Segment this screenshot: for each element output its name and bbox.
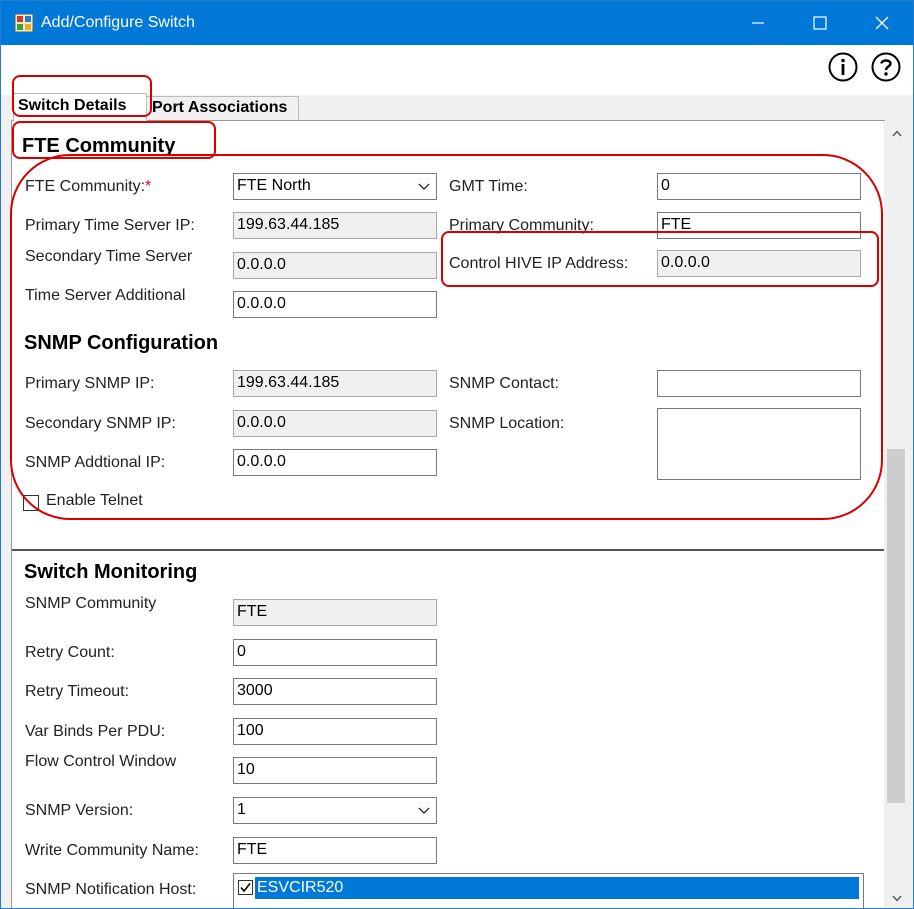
write-community-label: Write Community Name: — [25, 842, 199, 859]
write-community-input[interactable]: FTE — [233, 837, 437, 864]
snmp-community-label: SNMP Community — [25, 595, 157, 612]
tab-port-associations[interactable]: Port Associations — [145, 96, 299, 121]
minimize-icon — [752, 22, 764, 24]
notification-host-name: ESVCIR520 — [257, 879, 344, 896]
required-mark: * — [145, 178, 152, 195]
list-item[interactable]: ESVCIR520 — [255, 877, 859, 899]
tab-port-associations-label: Port Associations — [152, 99, 288, 116]
retry-timeout-label: Retry Timeout: — [25, 683, 130, 700]
control-hive-input[interactable]: 0.0.0.0 — [657, 250, 861, 277]
snmp-contact-input[interactable] — [657, 370, 861, 397]
snmp-location-textarea[interactable] — [657, 408, 861, 480]
snmp-additional-ip-input[interactable]: 0.0.0.0 — [233, 449, 437, 476]
app-icon — [15, 14, 33, 32]
info-icon[interactable] — [828, 52, 858, 82]
snmp-configuration-heading: SNMP Configuration — [24, 332, 219, 354]
snmp-version-dropdown[interactable]: 1 — [233, 797, 437, 824]
gmt-time-label: GMT Time: — [449, 178, 528, 195]
gmt-time-input[interactable]: 0 — [657, 173, 861, 200]
time-server-additional-label: Time Server Additional — [25, 287, 186, 304]
title-bar[interactable]: Add/Configure Switch — [1, 1, 913, 45]
notification-host-list[interactable]: ESVCIR520 — [233, 873, 864, 908]
retry-count-input[interactable]: 0 — [233, 639, 437, 666]
primary-time-server-label: Primary Time Server IP: — [25, 217, 195, 234]
flow-control-input[interactable]: 10 — [233, 757, 437, 784]
close-button[interactable] — [851, 1, 913, 45]
snmp-version-label: SNMP Version: — [25, 802, 134, 819]
var-binds-input[interactable]: 100 — [233, 718, 437, 745]
enable-telnet-label: Enable Telnet — [46, 492, 143, 509]
notification-host-checkbox[interactable] — [238, 880, 253, 895]
snmp-location-label: SNMP Location: — [449, 415, 565, 432]
chevron-up-icon — [891, 129, 902, 136]
flow-control-label: Flow Control Window — [25, 753, 177, 770]
secondary-snmp-ip-label: Secondary SNMP IP: — [25, 415, 176, 432]
secondary-time-server-input[interactable]: 0.0.0.0 — [233, 252, 437, 279]
primary-community-label: Primary Community: — [449, 217, 594, 234]
primary-time-server-input[interactable]: 199.63.44.185 — [233, 212, 437, 239]
time-server-additional-input[interactable]: 0.0.0.0 — [233, 291, 437, 318]
snmp-contact-label: SNMP Contact: — [449, 375, 559, 392]
retry-timeout-input[interactable]: 3000 — [233, 678, 437, 705]
add-configure-switch-window: Add/Configure Switch Switch Details Port… — [0, 0, 914, 909]
chevron-down-icon — [891, 895, 902, 902]
chevron-down-icon — [418, 807, 430, 814]
fte-community-dropdown[interactable]: FTE North — [233, 173, 437, 200]
section-divider — [12, 549, 884, 551]
secondary-time-server-label: Secondary Time Server — [25, 248, 193, 265]
var-binds-label: Var Binds Per PDU: — [25, 723, 166, 740]
retry-count-label: Retry Count: — [25, 644, 115, 661]
snmp-version-value: 1 — [237, 801, 246, 818]
vertical-scrollbar[interactable] — [884, 121, 909, 908]
maximize-icon — [813, 16, 827, 30]
snmp-community-input[interactable]: FTE — [233, 599, 437, 626]
primary-snmp-ip-input[interactable]: 199.63.44.185 — [233, 370, 437, 397]
snmp-additional-ip-label: SNMP Addtional IP: — [25, 454, 166, 471]
notification-host-label: SNMP Notification Host: — [25, 881, 197, 898]
checkmark-icon — [240, 883, 251, 893]
minimize-button[interactable] — [727, 1, 789, 45]
secondary-snmp-ip-input[interactable]: 0.0.0.0 — [233, 410, 437, 437]
fte-community-value: FTE North — [237, 177, 311, 194]
scroll-down-button[interactable] — [884, 888, 909, 908]
control-hive-label: Control HIVE IP Address: — [449, 255, 629, 272]
close-icon — [875, 16, 889, 30]
maximize-button[interactable] — [789, 1, 851, 45]
fte-community-heading: FTE Community — [22, 135, 176, 157]
scroll-thumb[interactable] — [887, 449, 905, 803]
help-icon[interactable] — [871, 52, 901, 82]
tab-switch-details[interactable]: Switch Details — [13, 93, 147, 122]
primary-community-input[interactable]: FTE — [657, 212, 861, 239]
fte-community-label: FTE Community:* — [25, 178, 152, 195]
scroll-up-button[interactable] — [884, 123, 909, 143]
toolbar — [1, 45, 913, 95]
enable-telnet-checkbox[interactable] — [23, 495, 39, 511]
switch-monitoring-heading: Switch Monitoring — [24, 561, 198, 583]
chevron-down-icon — [418, 183, 430, 190]
tab-switch-details-label: Switch Details — [18, 97, 127, 114]
window-title: Add/Configure Switch — [41, 14, 195, 31]
primary-snmp-ip-label: Primary SNMP IP: — [25, 375, 155, 392]
switch-details-panel: FTE Community FTE Community:* FTE North … — [11, 120, 885, 908]
